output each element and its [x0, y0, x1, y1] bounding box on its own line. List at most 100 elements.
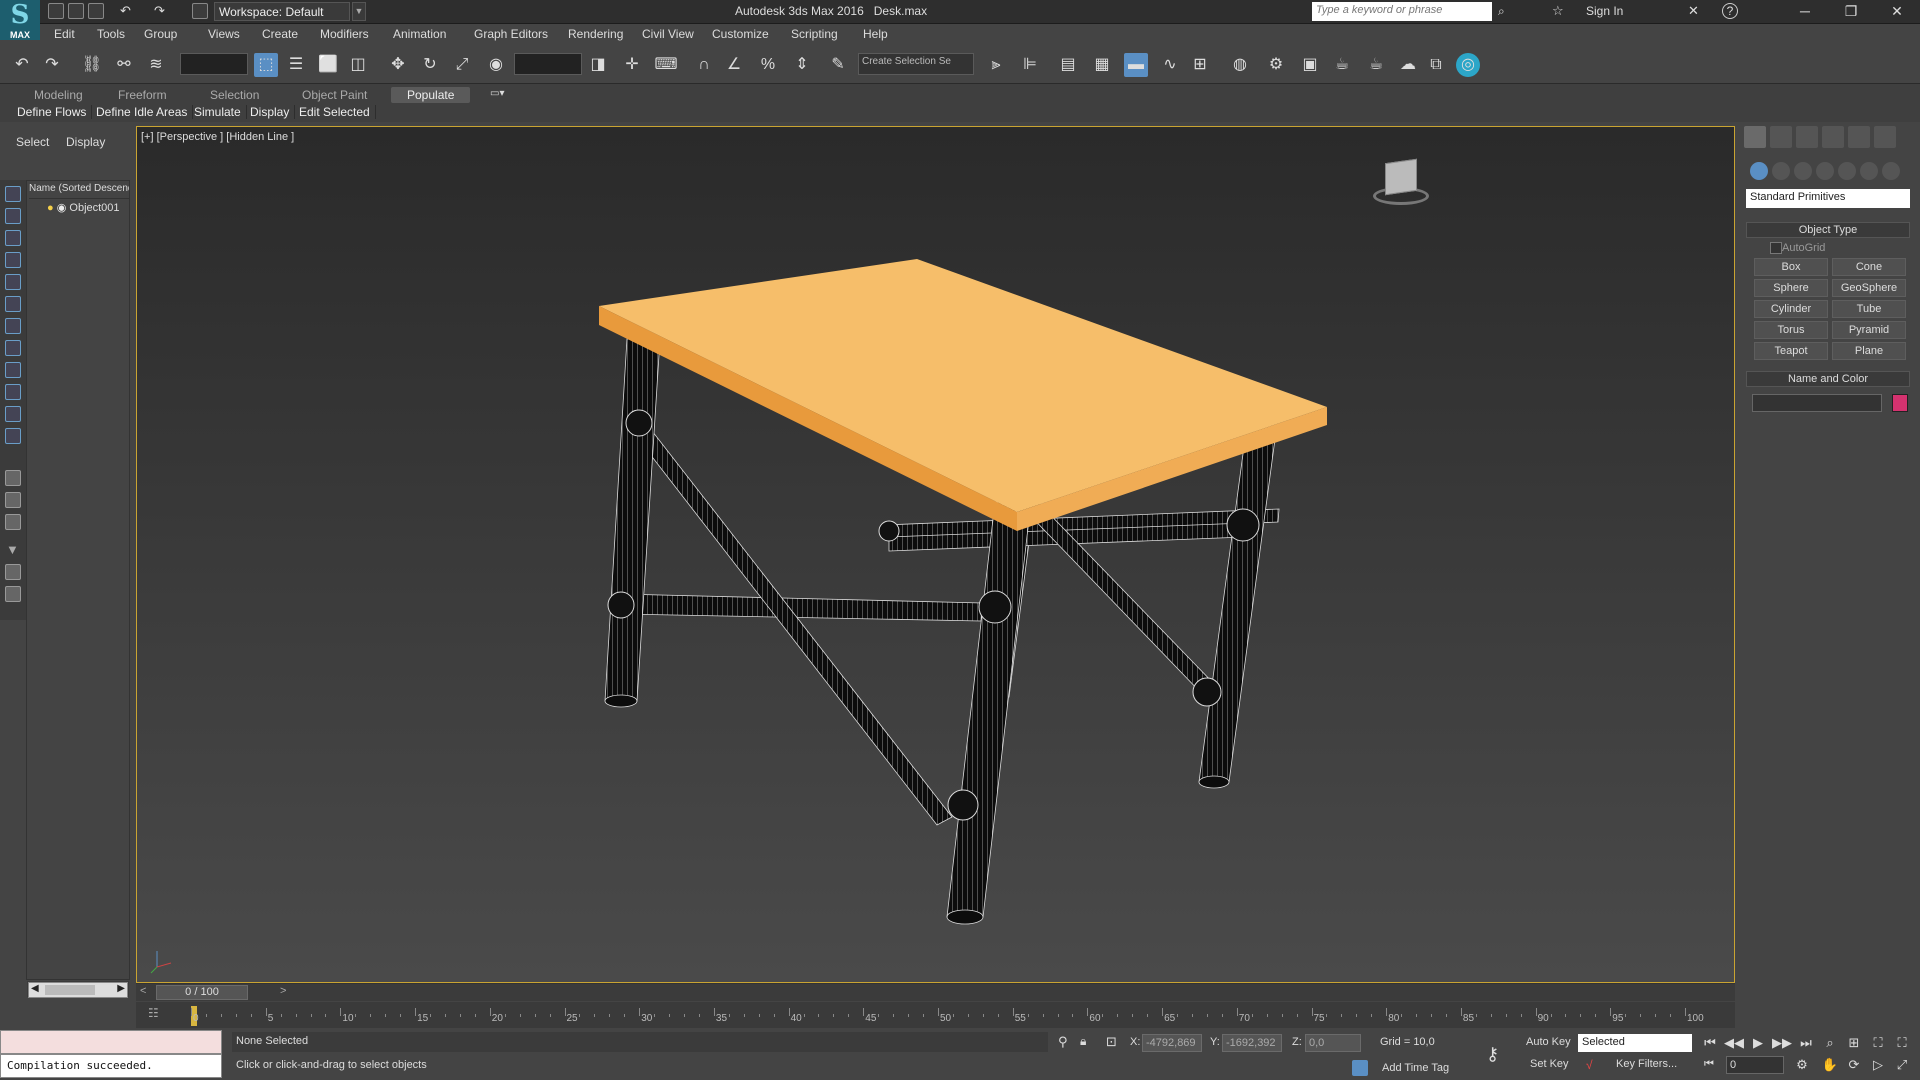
isolate-selection-icon[interactable]: ⚲	[1058, 1034, 1068, 1050]
add-time-tag-button[interactable]: Add Time Tag	[1382, 1062, 1449, 1074]
maximize-viewport-icon[interactable]: ⤢	[1892, 1055, 1912, 1075]
menu-animation[interactable]: Animation	[393, 27, 446, 41]
maxscript-output[interactable]: Compilation succeeded.	[0, 1054, 222, 1078]
name-column-header[interactable]: Name (Sorted Descending)	[29, 183, 129, 199]
undo-icon[interactable]: ↶	[10, 53, 34, 77]
key-mode-toggle-icon[interactable]: ⏮	[1704, 1058, 1714, 1071]
desk-diagonal-brace-left[interactable]	[628, 417, 953, 826]
ribbon-tab-object-paint[interactable]: Object Paint	[302, 88, 367, 102]
menu-modifiers[interactable]: Modifiers	[320, 27, 369, 41]
menu-graph-editors[interactable]: Graph Editors	[474, 27, 548, 41]
spinner-snap-icon[interactable]: ⇕	[790, 53, 814, 77]
plane-button[interactable]: Plane	[1832, 342, 1906, 360]
select-by-name-icon[interactable]: ☰	[284, 53, 308, 77]
x-coordinate-field[interactable]: -4792,869	[1142, 1034, 1202, 1052]
redo-icon[interactable]: ↷	[40, 53, 64, 77]
menu-rendering[interactable]: Rendering	[568, 27, 623, 41]
track-bar[interactable]: ☷ 0 5 10 15 20 25 30 35 40 45 50 55 60 65 70 75 80 85 90 95…	[136, 1002, 1735, 1028]
select-manipulate-icon[interactable]: ✛	[620, 53, 644, 77]
create-panel-icon[interactable]	[1744, 126, 1766, 148]
auto-key-button[interactable]: Auto Key	[1526, 1036, 1571, 1048]
angle-snap-icon[interactable]: ∠	[722, 53, 746, 77]
hierarchy-panel-icon[interactable]	[1796, 126, 1818, 148]
edit-selected-button[interactable]: Edit Selected	[294, 105, 376, 119]
zoom-icon[interactable]: ⌕	[1820, 1033, 1840, 1053]
display-all-icon[interactable]	[5, 470, 21, 486]
display-panel-icon[interactable]	[1848, 126, 1870, 148]
invert-display-icon[interactable]	[5, 514, 21, 530]
go-to-start-icon[interactable]: ⏮	[1700, 1033, 1720, 1053]
zoom-extents-icon[interactable]: ⛶	[1868, 1033, 1888, 1053]
object-color-swatch[interactable]	[1892, 394, 1908, 412]
sphere-button[interactable]: Sphere	[1754, 279, 1828, 297]
open-file-icon[interactable]	[68, 3, 84, 19]
cameras-category-icon[interactable]	[1816, 162, 1834, 180]
geometry-category-icon[interactable]	[1750, 162, 1768, 180]
visibility-icon[interactable]: ◉	[57, 202, 67, 214]
list-item[interactable]: ● ◉ Object001	[47, 201, 129, 217]
key-selection-dropdown[interactable]: Selected	[1578, 1034, 1692, 1052]
ribbon-tab-modeling[interactable]: Modeling	[34, 88, 83, 102]
menu-tools[interactable]: Tools	[97, 27, 125, 41]
display-hidden-icon[interactable]	[5, 428, 21, 444]
y-coordinate-field[interactable]: -1692,392	[1222, 1034, 1282, 1052]
primitive-type-dropdown[interactable]: Standard Primitives	[1746, 189, 1910, 208]
workspace-dropdown[interactable]: Workspace: Default	[214, 2, 350, 21]
next-frame-icon[interactable]: ▶▶	[1772, 1033, 1792, 1053]
display-xrefs-icon[interactable]	[5, 340, 21, 356]
key-filters-button[interactable]: Key Filters...	[1616, 1058, 1677, 1070]
shapes-category-icon[interactable]	[1772, 162, 1790, 180]
placement-icon[interactable]: ◉	[484, 53, 508, 77]
go-to-end-icon[interactable]: ⏭	[1796, 1033, 1816, 1053]
display-geometry-icon[interactable]	[5, 186, 21, 202]
scroll-thumb[interactable]	[45, 985, 95, 995]
object-name-field[interactable]	[1752, 394, 1882, 412]
display-helpers-icon[interactable]	[5, 274, 21, 290]
binoculars-icon[interactable]: ⌕	[1498, 4, 1505, 19]
keyboard-shortcut-override-icon[interactable]: ⌨	[654, 53, 678, 77]
zoom-extents-all-icon[interactable]: ⛶	[1892, 1033, 1912, 1053]
viewcube-box-icon[interactable]	[1385, 158, 1417, 196]
time-next-icon[interactable]: >	[280, 985, 286, 997]
helpers-category-icon[interactable]	[1838, 162, 1856, 180]
horizontal-scrollbar[interactable]: ◀ ▶	[28, 982, 128, 998]
perspective-viewport[interactable]: [+] [Perspective ] [Hidden Line ]	[136, 126, 1735, 983]
toggle-ribbon-icon[interactable]: ▬	[1124, 53, 1148, 77]
display-bones-icon[interactable]	[5, 362, 21, 378]
modify-panel-icon[interactable]	[1770, 126, 1792, 148]
desk-model[interactable]	[137, 127, 1734, 982]
teapot-button[interactable]: Teapot	[1754, 342, 1828, 360]
pan-view-icon[interactable]: ✋	[1820, 1055, 1840, 1075]
sign-in-button[interactable]: Sign In	[1586, 4, 1623, 18]
schematic-view-icon[interactable]: ⊞	[1188, 53, 1212, 77]
desk-leg-front-left[interactable]	[604, 338, 661, 708]
find-icon[interactable]	[5, 564, 21, 580]
orbit-icon[interactable]: ⟳	[1844, 1055, 1864, 1075]
time-slider[interactable]: < 0 / 100 >	[136, 983, 1735, 1001]
z-coordinate-field[interactable]: 0,0	[1305, 1034, 1361, 1052]
geosphere-button[interactable]: GeoSphere	[1832, 279, 1906, 297]
object-type-rollout[interactable]: Object Type	[1746, 222, 1910, 238]
app-logo[interactable]: S MAX	[0, 0, 40, 40]
define-idle-areas-button[interactable]: Define Idle Areas	[91, 105, 194, 119]
snaps-toggle-icon[interactable]: ∩	[692, 53, 716, 77]
render-setup-icon[interactable]: ⚙	[1264, 53, 1288, 77]
menu-scripting[interactable]: Scripting	[791, 27, 838, 41]
simulate-button[interactable]: Simulate	[189, 105, 247, 119]
menu-create[interactable]: Create	[262, 27, 298, 41]
restore-button[interactable]: ❐	[1828, 0, 1874, 24]
desk-leg-front-right[interactable]	[946, 501, 1032, 925]
curve-editor-icon[interactable]: ∿	[1158, 53, 1182, 77]
link-icon[interactable]: ⛓	[80, 53, 104, 77]
window-crossing-icon[interactable]: ◫	[346, 53, 370, 77]
chevron-down-icon[interactable]: ▼	[352, 2, 366, 21]
viewcube[interactable]	[1363, 155, 1433, 205]
display-cameras-icon[interactable]	[5, 252, 21, 268]
systems-category-icon[interactable]	[1882, 162, 1900, 180]
pyramid-button[interactable]: Pyramid	[1832, 321, 1906, 339]
search-input[interactable]: Type a keyword or phrase	[1312, 2, 1492, 21]
scroll-right-icon[interactable]: ▶	[117, 983, 125, 994]
explorer-tab-select[interactable]: Select	[16, 135, 49, 149]
ribbon-options-icon[interactable]: ▭▾	[490, 88, 504, 99]
ribbon-tab-selection[interactable]: Selection	[210, 88, 259, 102]
